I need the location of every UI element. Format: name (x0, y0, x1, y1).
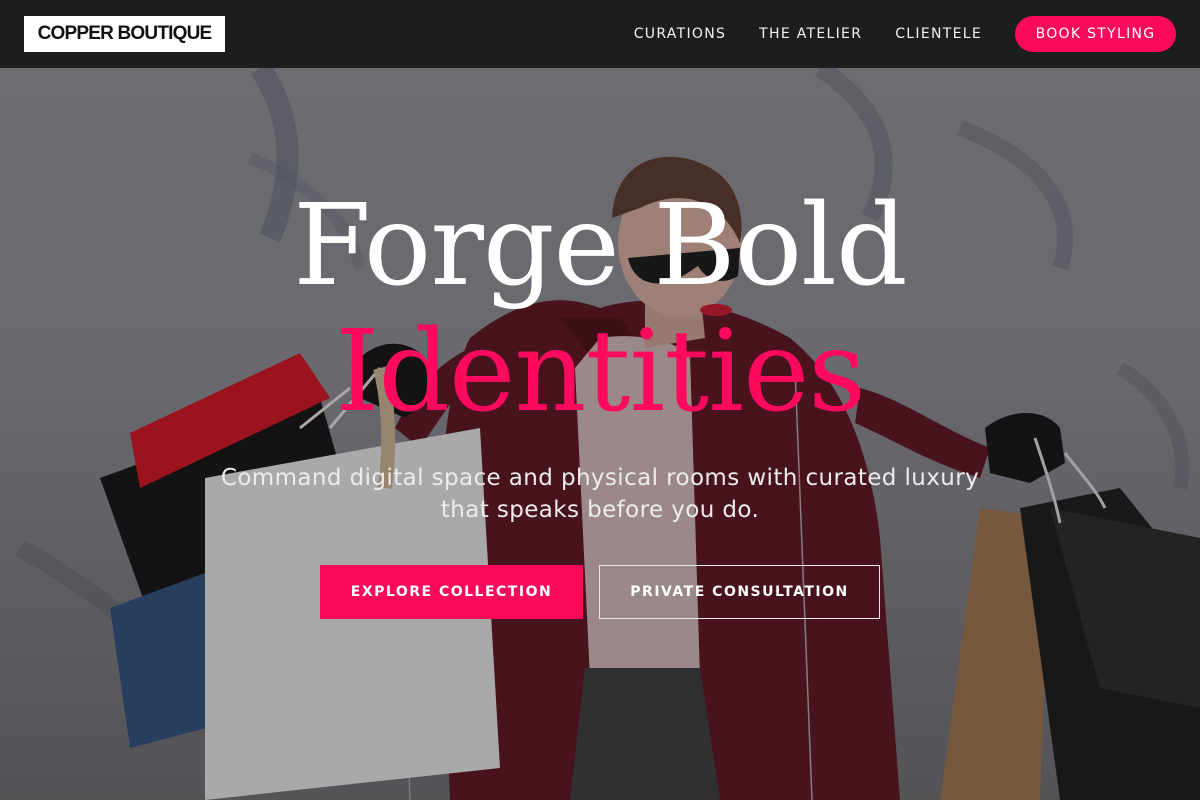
hero-title-line-2: Identities (335, 307, 866, 437)
nav-link-clientele[interactable]: CLIENTELE (895, 26, 982, 42)
explore-collection-button[interactable]: EXPLORE COLLECTION (320, 565, 583, 619)
nav-link-atelier[interactable]: THE ATELIER (759, 26, 862, 42)
hero-section: Forge Bold Identities Command digital sp… (0, 68, 1200, 800)
hero-title-line-1: Forge Bold (293, 181, 907, 311)
book-styling-button[interactable]: BOOK STYLING (1015, 16, 1176, 52)
nav-links: CURATIONS THE ATELIER CLIENTELE BOOK STY… (634, 16, 1176, 52)
top-navbar: COPPER BOUTIQUE CURATIONS THE ATELIER CL… (0, 0, 1200, 68)
hero-subtitle: Command digital space and physical rooms… (220, 465, 980, 523)
private-consultation-button[interactable]: PRIVATE CONSULTATION (599, 565, 880, 619)
brand-logo[interactable]: COPPER BOUTIQUE (24, 16, 225, 52)
nav-link-curations[interactable]: CURATIONS (634, 26, 726, 42)
